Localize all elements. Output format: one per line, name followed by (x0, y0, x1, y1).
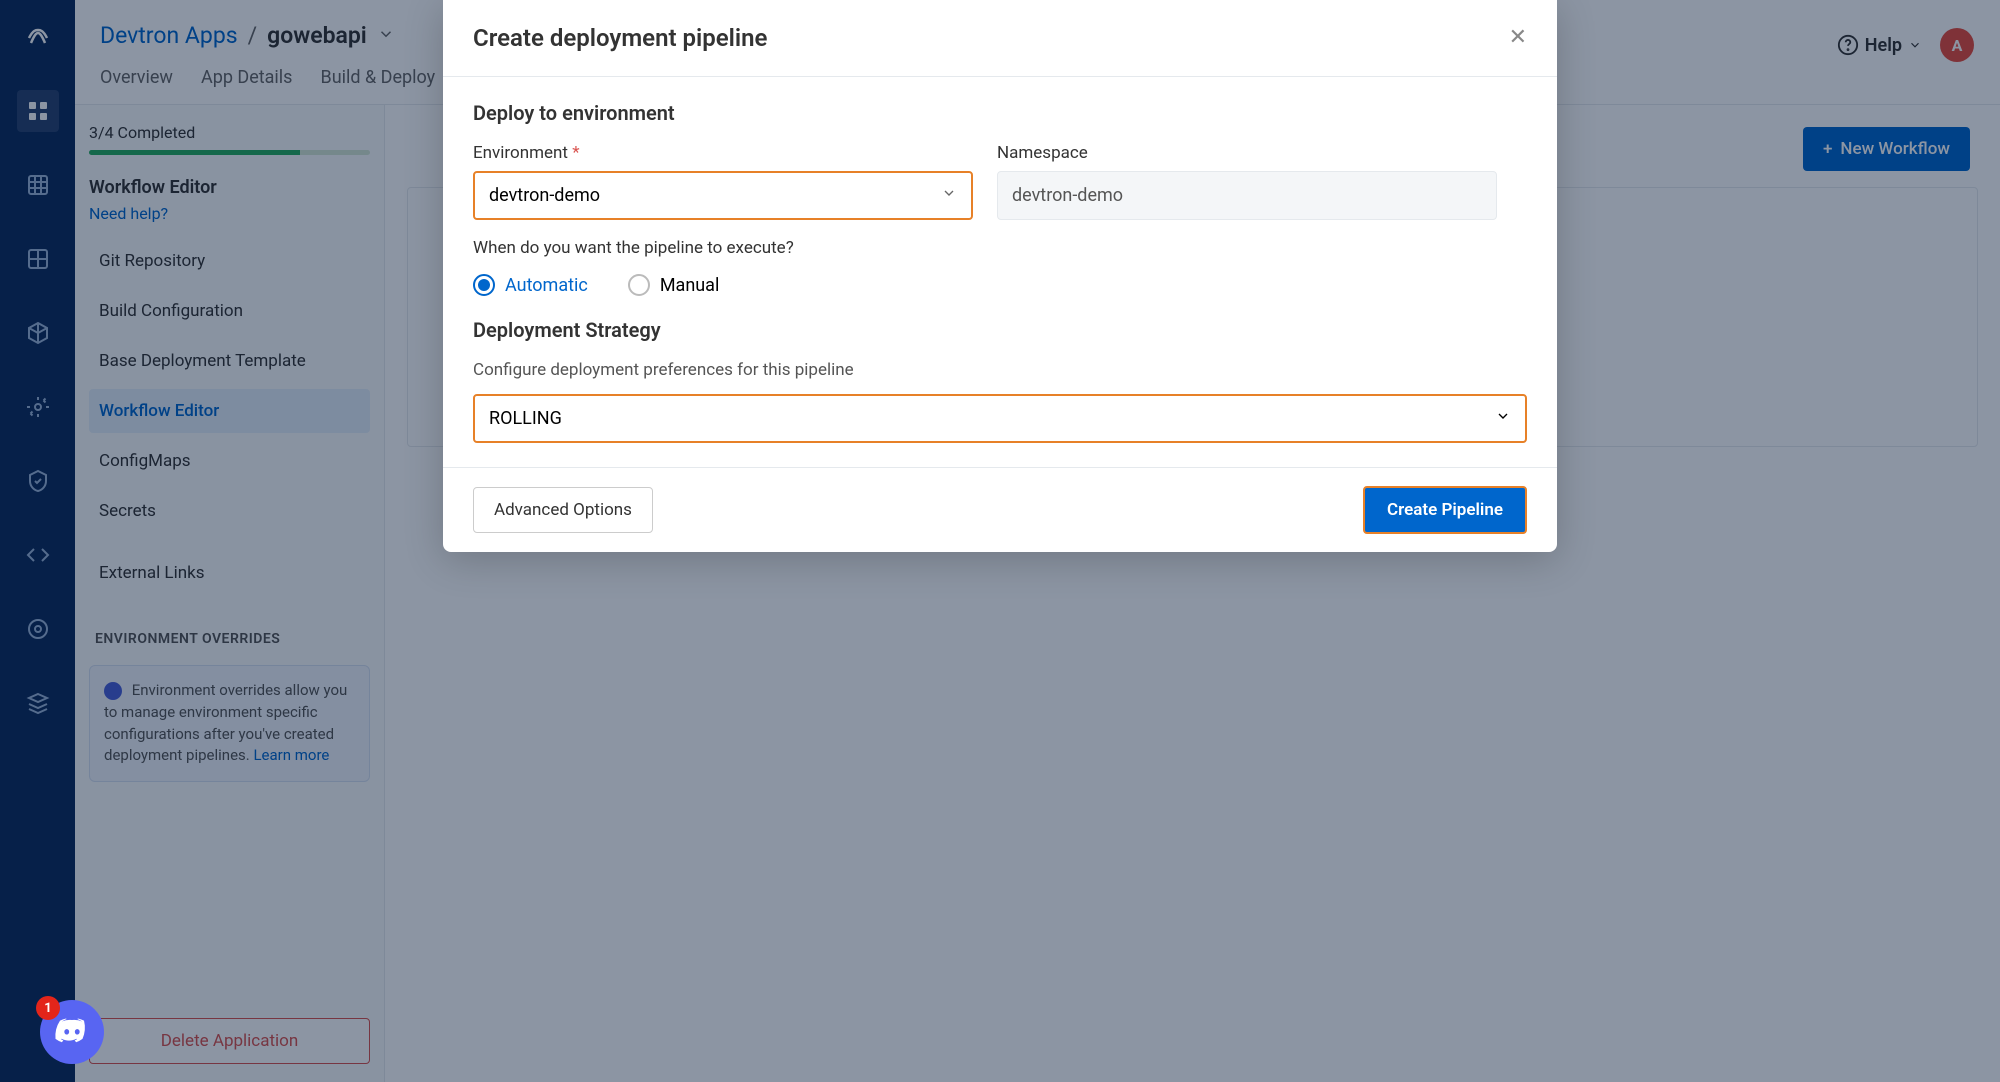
strategy-title: Deployment Strategy (473, 318, 1527, 342)
chat-badge: 1 (36, 996, 60, 1020)
radio-automatic-label: Automatic (505, 275, 588, 296)
required-asterisk: * (572, 143, 579, 163)
chevron-down-icon (941, 185, 957, 206)
modal-footer: Advanced Options Create Pipeline (443, 467, 1557, 552)
modal-header: Create deployment pipeline ✕ (443, 0, 1557, 77)
execution-radio-group: Automatic Manual (473, 274, 1527, 296)
create-pipeline-button[interactable]: Create Pipeline (1363, 486, 1527, 534)
radio-manual[interactable]: Manual (628, 274, 720, 296)
chevron-down-icon (1495, 408, 1511, 429)
radio-icon (628, 274, 650, 296)
execution-question: When do you want the pipeline to execute… (473, 238, 1527, 258)
environment-label: Environment * (473, 143, 973, 163)
close-icon[interactable]: ✕ (1509, 27, 1527, 49)
strategy-value: ROLLING (489, 408, 562, 429)
advanced-options-button[interactable]: Advanced Options (473, 487, 653, 533)
radio-manual-label: Manual (660, 275, 720, 296)
discord-icon (54, 1014, 90, 1050)
environment-select[interactable]: devtron-demo (473, 171, 973, 220)
deploy-section-title: Deploy to environment (473, 101, 1527, 125)
strategy-desc: Configure deployment preferences for thi… (473, 360, 1527, 380)
modal-title: Create deployment pipeline (473, 24, 767, 52)
radio-automatic[interactable]: Automatic (473, 274, 588, 296)
environment-value: devtron-demo (489, 185, 600, 206)
strategy-select[interactable]: ROLLING (473, 394, 1527, 443)
create-pipeline-modal: Create deployment pipeline ✕ Deploy to e… (443, 0, 1557, 552)
namespace-value: devtron-demo (997, 171, 1497, 220)
namespace-label: Namespace (997, 143, 1497, 163)
modal-body: Deploy to environment Environment * devt… (443, 77, 1557, 467)
radio-icon (473, 274, 495, 296)
discord-chat-button[interactable]: 1 (40, 1000, 104, 1064)
